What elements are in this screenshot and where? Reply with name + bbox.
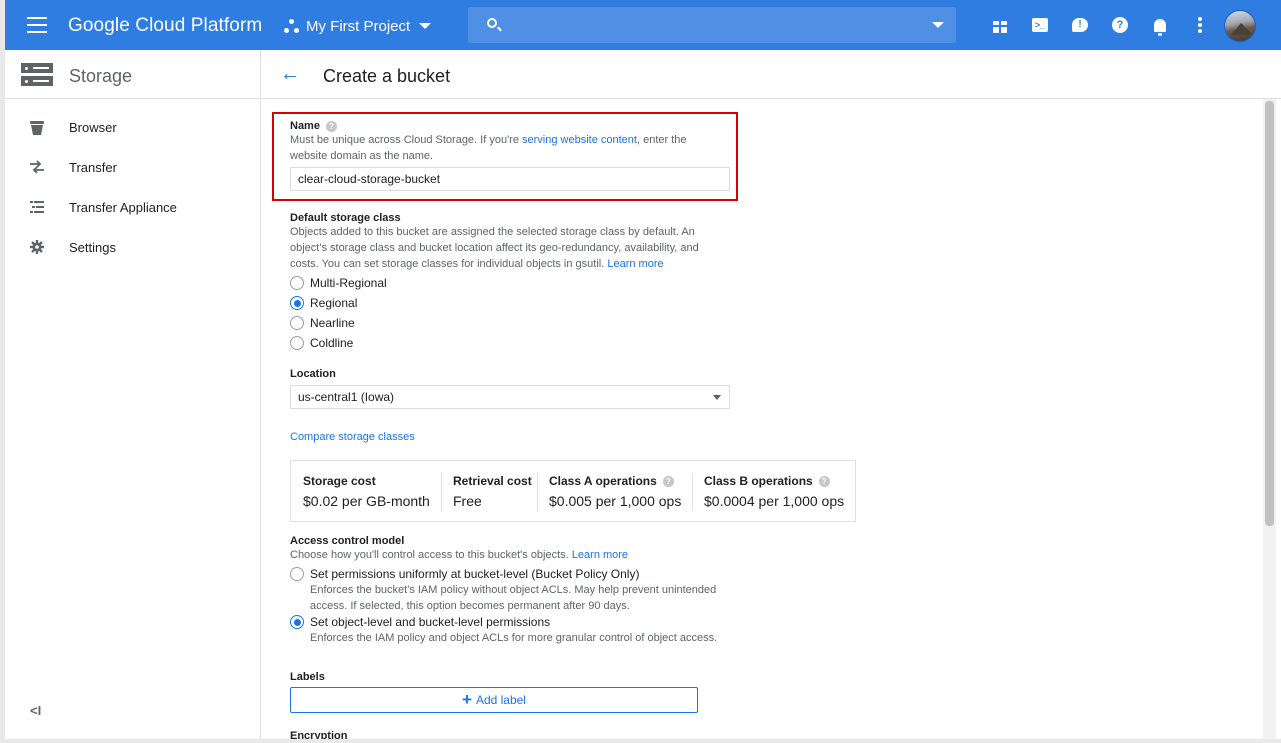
help-icon[interactable]: ? <box>1111 16 1129 34</box>
plus-icon: + <box>462 690 472 709</box>
access-control-help: Choose how you'll control access to this… <box>290 549 629 561</box>
cost-summary-table: Storage cost $0.02 per GB-month Retrieva… <box>290 460 856 522</box>
bucket-name-input[interactable]: clear-cloud-storage-bucket <box>290 167 730 191</box>
storage-class-learn-more-link[interactable]: Learn more <box>607 258 663 270</box>
sidebar-item-label: Settings <box>69 239 116 255</box>
cost-storage: Storage cost $0.02 per GB-month <box>291 461 441 521</box>
page-title: Create a bucket <box>323 66 451 86</box>
radio-label-coldline[interactable]: Coldline <box>310 336 353 350</box>
cost-value: $0.0004 per 1,000 ops <box>704 493 845 509</box>
storage-class-help: Objects added to this bucket are assigne… <box>290 226 699 270</box>
brand-title[interactable]: Google Cloud Platform <box>68 15 262 37</box>
cost-class-b: Class B operations? $0.0004 per 1,000 op… <box>692 461 856 521</box>
location-label: Location <box>290 368 336 380</box>
option-desc: Enforces the IAM policy and object ACLs … <box>310 632 718 644</box>
help-question-icon[interactable]: ? <box>662 476 674 488</box>
list-icon <box>30 200 44 214</box>
sidebar-item-browser[interactable]: Browser <box>5 107 260 147</box>
bucket-icon <box>30 121 44 135</box>
radio-label-nearline[interactable]: Nearline <box>310 316 355 330</box>
compare-storage-classes-link[interactable]: Compare storage classes <box>290 431 415 443</box>
labels-label: Labels <box>290 671 325 683</box>
radio-label-object-level-permissions[interactable]: Set object-level and bucket-level permis… <box>310 615 550 629</box>
encryption-label: Encryption <box>290 730 348 739</box>
more-vert-icon[interactable] <box>1191 16 1209 34</box>
name-label: Name? <box>290 120 337 132</box>
gear-icon <box>30 240 44 254</box>
radio-coldline[interactable] <box>290 336 304 350</box>
sidebar-item-label: Browser <box>69 119 117 135</box>
cost-value: $0.02 per GB-month <box>303 493 430 509</box>
search-bar[interactable] <box>468 7 956 43</box>
notifications-bell-icon[interactable] <box>1151 16 1169 36</box>
location-value: us-central1 (Iowa) <box>298 390 395 404</box>
gift-icon[interactable] <box>991 16 1009 34</box>
menu-icon[interactable] <box>27 17 47 33</box>
serving-website-content-link[interactable]: serving website content <box>522 134 637 146</box>
sidebar-nav: Browser Transfer Transfer Appliance Sett… <box>5 99 260 267</box>
cost-retrieval: Retrieval cost Free <box>441 461 537 521</box>
help-question-icon[interactable]: ? <box>325 120 337 132</box>
chevron-down-icon <box>419 23 432 29</box>
access-control-label: Access control model <box>290 535 405 547</box>
access-control-learn-more-link[interactable]: Learn more <box>572 549 628 561</box>
sidebar: Storage Browser Transfer Transfer Applia… <box>5 50 261 739</box>
option-desc: Enforces the bucket's IAM policy without… <box>310 584 717 596</box>
cost-value: $0.005 per 1,000 ops <box>549 493 682 509</box>
search-dropdown-icon[interactable] <box>932 22 944 28</box>
collapse-sidebar-icon[interactable]: <I <box>30 703 41 718</box>
feedback-icon[interactable]: ! <box>1071 16 1089 34</box>
location-select[interactable]: us-central1 (Iowa) <box>290 385 730 409</box>
back-arrow-icon[interactable]: ← <box>280 64 300 84</box>
sidebar-header: Storage <box>5 50 260 99</box>
storage-class-label: Default storage class <box>290 212 401 224</box>
top-app-bar: Google Cloud Platform My First Project >… <box>5 0 1281 50</box>
avatar[interactable] <box>1224 10 1256 42</box>
radio-object-level-permissions[interactable] <box>290 615 304 629</box>
cost-header: Storage cost <box>303 474 376 488</box>
radio-bucket-policy-only[interactable] <box>290 567 304 581</box>
cost-header: Class B operations? <box>704 474 830 488</box>
cost-header: Class A operations? <box>549 474 674 488</box>
radio-nearline[interactable] <box>290 316 304 330</box>
transfer-arrows-icon <box>30 160 44 174</box>
sidebar-item-settings[interactable]: Settings <box>5 227 260 267</box>
cloud-shell-icon[interactable]: >_ <box>1031 16 1049 34</box>
page-header: ← Create a bucket <box>262 50 1281 99</box>
sidebar-item-label: Transfer <box>69 159 117 175</box>
option-desc: access. If selected, this option becomes… <box>310 600 630 612</box>
radio-regional[interactable] <box>290 296 304 310</box>
storage-icon <box>21 63 53 87</box>
dropdown-arrow-icon <box>713 395 721 400</box>
radio-label-bucket-policy-only[interactable]: Set permissions uniformly at bucket-leve… <box>310 567 639 581</box>
project-selector[interactable]: My First Project <box>284 14 432 38</box>
help-question-icon[interactable]: ? <box>818 476 830 488</box>
sidebar-item-label: Transfer Appliance <box>69 199 177 215</box>
cost-header: Retrieval cost <box>453 474 532 488</box>
project-name: My First Project <box>306 17 411 35</box>
add-label-text: Add label <box>475 693 526 707</box>
radio-multi-regional[interactable] <box>290 276 304 290</box>
cost-class-a: Class A operations? $0.005 per 1,000 ops <box>537 461 692 521</box>
sidebar-title: Storage <box>69 66 133 86</box>
search-icon <box>487 18 497 28</box>
gcp-console-window: Google Cloud Platform My First Project >… <box>5 0 1281 739</box>
radio-label-regional[interactable]: Regional <box>310 296 357 310</box>
add-label-button[interactable]: + Add label <box>290 687 698 713</box>
sidebar-item-transfer-appliance[interactable]: Transfer Appliance <box>5 187 260 227</box>
create-bucket-form: Name? Must be unique across Cloud Storag… <box>262 99 1262 739</box>
sidebar-item-transfer[interactable]: Transfer <box>5 147 260 187</box>
radio-label-multi-regional[interactable]: Multi-Regional <box>310 276 387 290</box>
project-dots-icon <box>284 18 299 34</box>
cost-value: Free <box>453 493 482 509</box>
name-help-text: Must be unique across Cloud Storage. If … <box>290 134 687 162</box>
scrollbar-thumb[interactable] <box>1265 101 1274 526</box>
